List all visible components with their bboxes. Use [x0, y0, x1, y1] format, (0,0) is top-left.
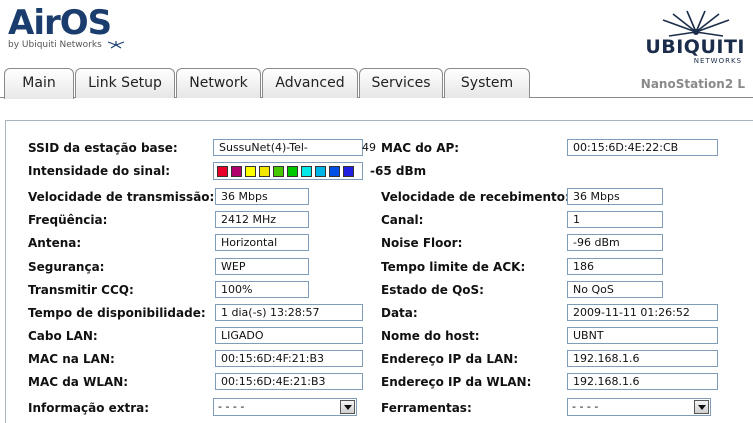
- rx-rate-label: Velocidade de recebimento:: [381, 190, 570, 204]
- signal-bar-segment: [245, 165, 256, 177]
- tab-advanced-label: Advanced: [275, 75, 345, 91]
- channel-value: 1: [567, 211, 663, 228]
- wlan-mac-value: 00:15:6D:4E:21:B3: [215, 373, 363, 390]
- uptime-label: Tempo de disponibilidade:: [28, 306, 206, 320]
- tools-select[interactable]: - - - -: [567, 398, 711, 416]
- signal-strength-bar: [213, 162, 363, 180]
- tab-link-setup[interactable]: Link Setup: [75, 68, 175, 98]
- lan-ip-label: Endereço IP da LAN:: [381, 352, 519, 366]
- tab-system[interactable]: System: [444, 68, 530, 98]
- signal-bar-segment: [273, 165, 284, 177]
- antenna-value: Horizontal: [215, 234, 309, 251]
- ubiquiti-networks-text: NETWORKS: [693, 57, 742, 65]
- ap-mac-label: MAC do AP:: [381, 141, 460, 155]
- tab-network[interactable]: Network: [176, 68, 261, 98]
- channel-label: Canal:: [381, 213, 424, 227]
- wlan-ip-label: Endereço IP da WLAN:: [381, 375, 532, 389]
- ssid-overflow-text: 49: [362, 141, 376, 154]
- ssid-value: SussuNet(4)-Tel-: [213, 139, 363, 156]
- date-value: 2009-11-11 01:26:52: [567, 304, 718, 321]
- ack-timeout-label: Tempo limite de ACK:: [381, 260, 526, 274]
- airos-logo-text: AirOS: [8, 3, 112, 43]
- ccq-value: 100%: [215, 281, 309, 298]
- signal-bar-segment: [217, 165, 228, 177]
- airos-logo: AirOS by Ubiquiti Networks: [8, 6, 125, 50]
- antenna-label: Antena:: [28, 236, 82, 250]
- signal-value: -65 dBm: [370, 164, 427, 178]
- signal-bar-segment: [287, 165, 298, 177]
- extra-info-select[interactable]: - - - -: [213, 398, 357, 416]
- qos-label: Estado de QoS:: [381, 283, 484, 297]
- signal-bar-segment: [329, 165, 340, 177]
- uptime-value: 1 dia(-s) 13:28:57: [215, 304, 363, 321]
- wlan-ip-value: 192.168.1.6: [567, 373, 718, 390]
- tools-selected: - - - -: [572, 400, 599, 413]
- noise-floor-label: Noise Floor:: [381, 236, 463, 250]
- chevron-down-icon[interactable]: [694, 400, 709, 414]
- ubiquiti-wordmark: UBIQUITI: [645, 36, 745, 58]
- noise-floor-value: -96 dBm: [567, 234, 663, 251]
- ubiquiti-mini-mark-icon: [107, 40, 124, 49]
- tab-main[interactable]: Main: [4, 68, 74, 99]
- airos-byline-text: by Ubiquiti Networks: [8, 40, 102, 50]
- extra-info-label: Informação extra:: [28, 401, 150, 415]
- date-label: Data:: [381, 306, 418, 320]
- signal-bar-segment: [315, 165, 326, 177]
- tab-services[interactable]: Services: [359, 68, 443, 98]
- antenna-burst-icon: [662, 10, 730, 37]
- tab-services-label: Services: [371, 75, 431, 91]
- ubiquiti-logo: UBIQUITI NETWORKS: [633, 10, 745, 68]
- ap-mac-value: 00:15:6D:4E:22:CB: [567, 139, 718, 156]
- chevron-down-icon[interactable]: [340, 400, 355, 414]
- tools-label: Ferramentas:: [381, 401, 472, 415]
- airos-byline: by Ubiquiti Networks: [8, 40, 125, 50]
- security-value: WEP: [215, 258, 309, 275]
- lan-ip-value: 192.168.1.6: [567, 350, 718, 367]
- ssid-label: SSID da estação base:: [28, 141, 178, 155]
- hostname-label: Nome do host:: [381, 329, 480, 343]
- hostname-value: UBNT: [567, 327, 718, 344]
- device-name: NanoStation2 L: [640, 77, 745, 91]
- tab-link-setup-label: Link Setup: [88, 75, 162, 91]
- signal-bar-segment: [343, 165, 354, 177]
- tx-rate-label: Velocidade de transmissão:: [28, 190, 215, 204]
- lan-mac-label: MAC na LAN:: [28, 352, 115, 366]
- tab-system-label: System: [460, 75, 514, 91]
- tab-main-label: Main: [22, 75, 56, 91]
- ack-timeout-value: 186: [567, 258, 663, 275]
- signal-bar-segment: [259, 165, 270, 177]
- ccq-label: Transmitir CCQ:: [28, 283, 134, 297]
- tab-bar: Main Link Setup Network Advanced Service…: [0, 68, 753, 99]
- signal-bar-segment: [231, 165, 242, 177]
- qos-value: No QoS: [567, 281, 663, 298]
- signal-bar-segment: [301, 165, 312, 177]
- lan-cable-label: Cabo LAN:: [28, 329, 98, 343]
- tx-rate-value: 36 Mbps: [215, 188, 309, 205]
- page-header: AirOS by Ubiquiti Networks UBIQUITI NETW…: [0, 0, 753, 68]
- lan-mac-value: 00:15:6D:4F:21:B3: [215, 350, 363, 367]
- extra-info-selected: - - - -: [218, 400, 245, 413]
- lan-cable-value: LIGADO: [215, 327, 363, 344]
- signal-label: Intensidade do sinal:: [28, 164, 171, 178]
- tab-network-label: Network: [189, 75, 248, 91]
- rx-rate-value: 36 Mbps: [567, 188, 663, 205]
- wlan-mac-label: MAC da WLAN:: [28, 375, 129, 389]
- security-label: Segurança:: [28, 260, 105, 274]
- frequency-label: Freqüência:: [28, 213, 108, 227]
- tab-advanced[interactable]: Advanced: [262, 68, 358, 98]
- frequency-value: 2412 MHz: [215, 211, 309, 228]
